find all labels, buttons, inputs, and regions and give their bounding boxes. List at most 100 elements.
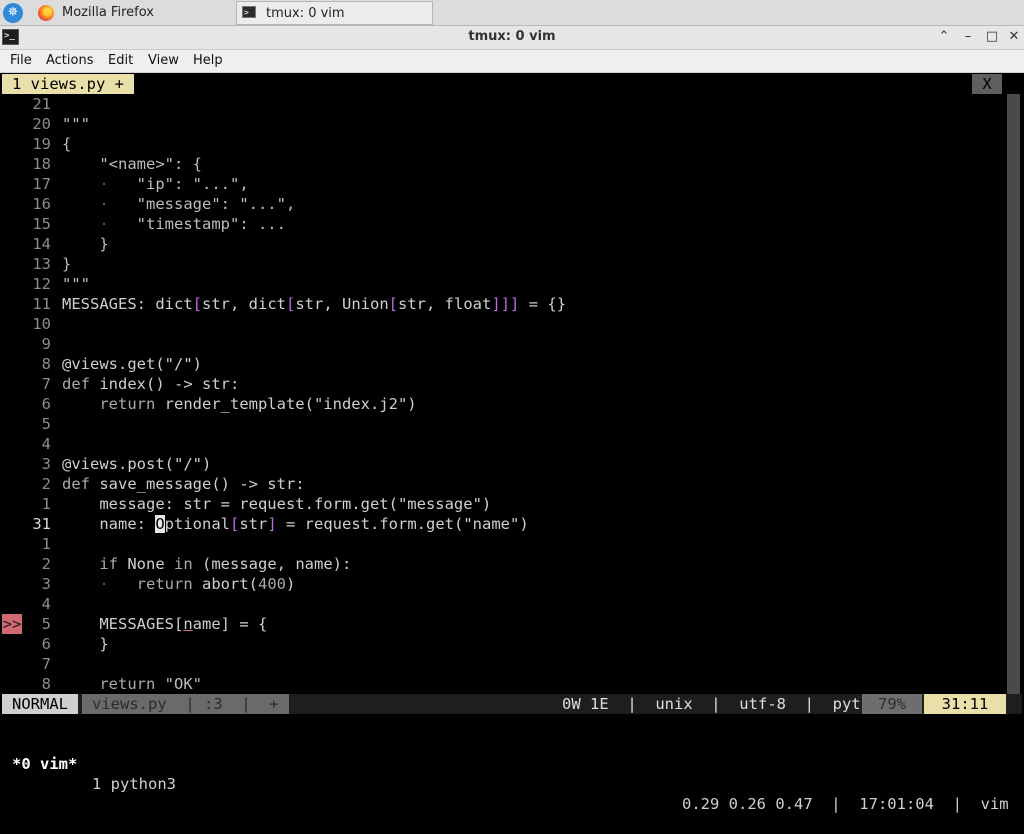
code-token: """ [62, 275, 90, 293]
code-line[interactable]: 12 """ [2, 274, 1002, 294]
vim-scrollbar [1007, 94, 1020, 694]
code-line[interactable]: 4 [2, 594, 1002, 614]
menu-view[interactable]: View [148, 53, 179, 68]
code-line[interactable]: 16 · "message": "...", [2, 194, 1002, 214]
tab-close-button[interactable]: X [972, 74, 1002, 94]
code-line[interactable]: 18 "<name>": { [2, 154, 1002, 174]
menu-edit[interactable]: Edit [108, 53, 133, 68]
code-token: MESSAGES[ [62, 615, 184, 633]
code-token: ptional [164, 515, 230, 533]
code-line[interactable]: 17 · "ip": "...", [2, 174, 1002, 194]
tmux-window[interactable]: 1 python3 [92, 774, 176, 794]
line-text: if None in (message, name): [62, 554, 351, 574]
code-line[interactable]: 20 """ [2, 114, 1002, 134]
code-line[interactable]: 9 [2, 334, 1002, 354]
line-text: } [62, 234, 108, 254]
code-line[interactable]: 7 [2, 654, 1002, 674]
code-line[interactable]: 2 def save_message() -> str: [2, 474, 1002, 494]
line-text: } [62, 254, 71, 274]
code-token: message: str = request.form.get("message… [62, 495, 492, 513]
code-line[interactable]: 21 [2, 94, 1002, 114]
code-line[interactable]: 31 name: Optional[str] = request.form.ge… [2, 514, 1002, 534]
window-titlebar[interactable]: >_ tmux: 0 vim ⌃ – □ ✕ [0, 26, 1024, 50]
taskbar-item-tmux[interactable]: > tmux: 0 vim [236, 1, 433, 25]
code-token: @views.post("/") [62, 455, 212, 473]
line-number: 21 [32, 95, 51, 113]
close-icon[interactable]: ✕ [1006, 29, 1022, 45]
code-line[interactable]: 8 @views.get("/") [2, 354, 1002, 374]
code-token: return [108, 575, 193, 593]
code-line[interactable]: 3 · return abort(400) [2, 574, 1002, 594]
code-line[interactable]: 15 · "timestamp": ... [2, 214, 1002, 234]
line-number: 5 [41, 415, 51, 433]
code-line[interactable]: 19 { [2, 134, 1002, 154]
menu-file[interactable]: File [10, 53, 32, 68]
maximize-icon[interactable]: □ [984, 29, 1000, 45]
code-token: [ [230, 515, 240, 533]
code-line[interactable]: >> 5 MESSAGES[name] = { [2, 614, 1002, 634]
shade-icon[interactable]: – [960, 29, 976, 45]
taskbar-item-label: Mozilla Firefox [62, 5, 154, 20]
code-token: str, dict [202, 295, 286, 313]
taskbar-item-firefox[interactable]: Mozilla Firefox [33, 1, 232, 25]
tab-views-py[interactable]: 1 views.py + [2, 74, 134, 94]
line-number: 15 [32, 215, 51, 233]
line-number: 12 [32, 275, 51, 293]
code-line[interactable]: 1 message: str = request.form.get("messa… [2, 494, 1002, 514]
code-token: { [62, 135, 72, 153]
terminal[interactable]: 1 views.py + X 21 20 """ 19{18 "<name>": {1… [2, 74, 1022, 813]
line-number: 6 [41, 395, 51, 413]
code-line[interactable]: 6 return render_template("index.j2") [2, 394, 1002, 414]
code-line[interactable]: 8 return "OK" [2, 674, 1002, 694]
line-number: 8 [41, 675, 51, 693]
code-token: } [62, 635, 109, 653]
code-line[interactable]: 6 } [2, 634, 1002, 654]
line-number: 7 [41, 375, 51, 393]
code-token: "OK" [155, 675, 202, 693]
code-line[interactable]: 3 @views.post("/") [2, 454, 1002, 474]
code-token: = {} [519, 295, 567, 313]
line-text: name: Optional[str] = request.form.get("… [62, 514, 529, 534]
code-line[interactable]: 5 [2, 414, 1002, 434]
status-filename: views.py | :3 | + [82, 694, 289, 714]
code-token: MESSAGES: dict [62, 295, 193, 313]
mode-indicator: NORMAL [2, 694, 78, 714]
code-line[interactable]: 2 if None in (message, name): [2, 554, 1002, 574]
tmux-status-right: 0.29 0.26 0.47 | 17:01:04 | vim [682, 795, 1009, 813]
status-cursor-position: 31:11 [924, 694, 1006, 714]
code-token: [ [192, 295, 202, 313]
line-number: 13 [32, 255, 51, 273]
start-menu-icon[interactable]: ✵ [3, 3, 23, 23]
minimize-icon[interactable]: ⌃ [936, 29, 952, 45]
code-token: · [62, 175, 109, 193]
code-line[interactable]: 11 MESSAGES: dict[str, dict[str, Union[st… [2, 294, 1002, 314]
code-line[interactable]: 13} [2, 254, 1002, 274]
code-line[interactable]: 14 } [2, 234, 1002, 254]
line-text: "<name>": { [62, 154, 202, 174]
line-text: def save_message() -> str: [62, 474, 305, 494]
line-text: @views.post("/") [62, 454, 211, 474]
line-number: 10 [32, 315, 51, 333]
code-token: if [62, 555, 118, 573]
line-text: · "message": "...", [62, 194, 295, 214]
code-token: render_template("index.j2") [155, 395, 417, 413]
tmux-window-active[interactable]: *0 vim* [12, 754, 77, 774]
code-token: = request.form.get("name") [276, 515, 529, 533]
vim-tabline: 1 views.py + X [2, 74, 1007, 94]
code-token: @views.get("/") [62, 355, 202, 373]
line-number: 14 [32, 235, 51, 253]
code-line[interactable]: 7 def index() -> str: [2, 374, 1002, 394]
line-number: 7 [41, 655, 51, 673]
line-text: · "ip": "...", [62, 174, 248, 194]
line-number: 17 [32, 175, 51, 193]
code-line[interactable]: 10 [2, 314, 1002, 334]
code-line[interactable]: 4 [2, 434, 1002, 454]
menu-actions[interactable]: Actions [46, 53, 94, 68]
code-line[interactable]: 1 [2, 534, 1002, 554]
code-token: [ [388, 295, 399, 313]
code-token: name: [62, 515, 156, 533]
code-token: None [118, 555, 174, 573]
menu-help[interactable]: Help [193, 53, 223, 68]
code-token: abort( [192, 575, 258, 593]
code-token: [ [286, 295, 296, 313]
